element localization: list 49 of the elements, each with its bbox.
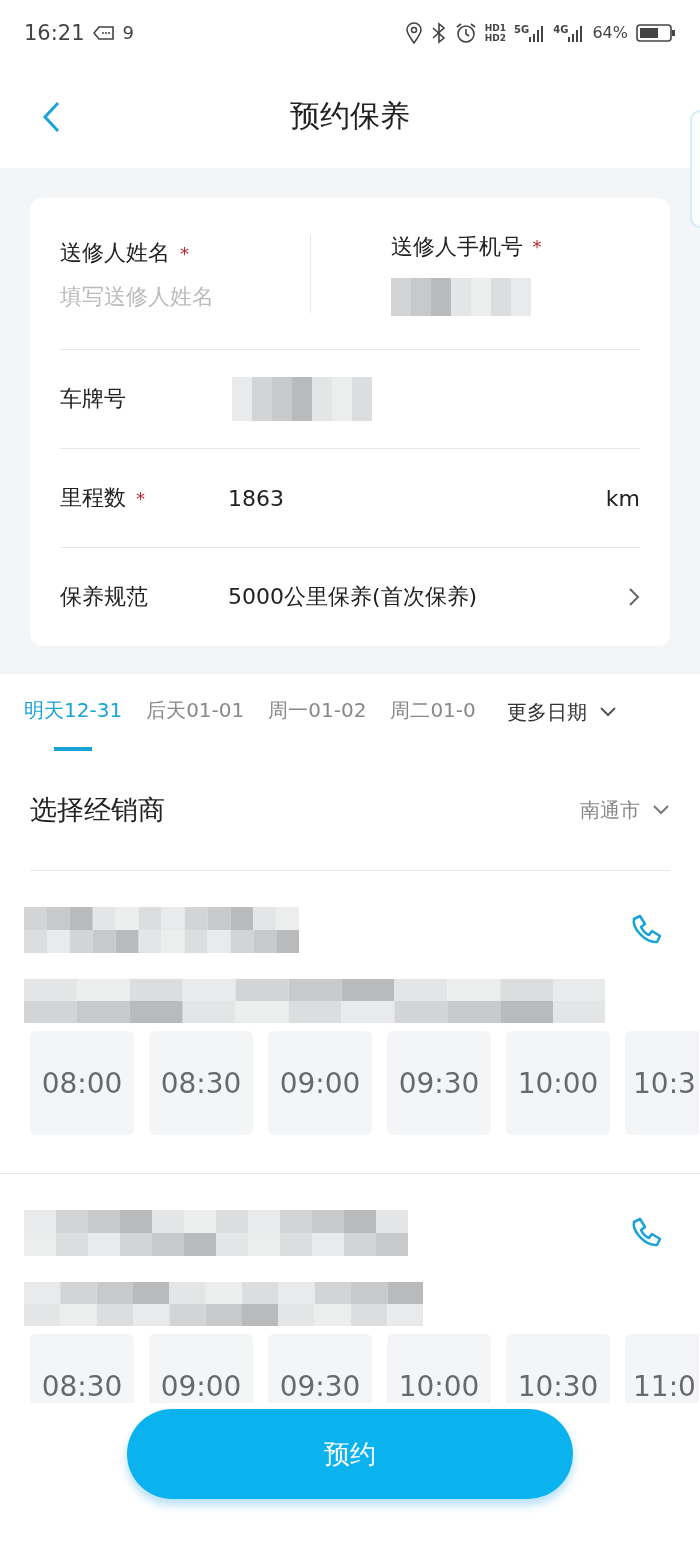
time-slot[interactable]: 10:3 [625,1031,699,1135]
field-label: 保养规范 [60,583,148,611]
time-slot[interactable]: 09:30 [387,1031,491,1135]
signal-icon [529,23,546,42]
section-title: 选择经销商 [30,793,165,827]
maintenance-spec-value[interactable]: 5000公里保养(首次保养) [228,582,628,612]
network-label: 4G [553,23,569,35]
battery-percent: 64% [592,23,628,42]
time-slot[interactable]: 09:00 [268,1031,372,1135]
time-slot[interactable]: 08:30 [30,1334,134,1403]
time-slot[interactable]: 09:30 [268,1334,372,1403]
date-tab[interactable]: 后天01-01 [146,674,245,750]
chevron-right-icon[interactable] [628,587,640,607]
required-mark: * [532,236,542,257]
time-slot[interactable]: 09:00 [149,1334,253,1403]
notification-count: 9 [122,22,134,43]
time-slot[interactable]: 10:30 [506,1334,610,1403]
field-label: 里程数 [60,484,126,512]
time-slot[interactable]: 08:30 [149,1031,253,1135]
mileage-value[interactable]: 1863 [228,485,606,511]
page-title: 预约保养 [290,97,410,135]
date-tab[interactable]: 周一01-02 [268,674,367,750]
date-tab[interactable]: 明天12-31 [24,674,123,750]
field-label: 送修人手机号 [390,232,523,261]
message-icon [92,24,115,41]
city-dropdown[interactable]: 南通市 [580,796,670,824]
date-tab[interactable]: 周二01-0 [390,674,488,750]
back-icon[interactable] [42,101,60,133]
network-label: 5G [514,23,530,35]
time-slot[interactable]: 10:00 [506,1031,610,1135]
chevron-down-icon [599,706,618,718]
signal-icon [568,23,585,42]
bluetooth-icon [430,21,447,44]
field-label: 车牌号 [60,385,126,413]
more-dates-button[interactable]: 更多日期 [507,698,618,726]
unit-label: km [605,485,640,511]
field-label: 送修人姓名 [60,239,170,267]
location-icon [404,21,423,44]
time-slot[interactable]: 08:00 [30,1031,134,1135]
chevron-down-icon [652,804,670,816]
alarm-icon [454,21,477,44]
time-slot[interactable]: 11:0 [625,1334,699,1403]
hd-label: HD2 [484,32,507,43]
battery-icon [636,22,676,43]
time-slot[interactable]: 10:00 [387,1334,491,1403]
required-mark: * [136,487,145,509]
clock-time: 16:21 [24,20,85,45]
hd-label: HD1 [484,22,507,33]
required-mark: * [180,242,189,264]
